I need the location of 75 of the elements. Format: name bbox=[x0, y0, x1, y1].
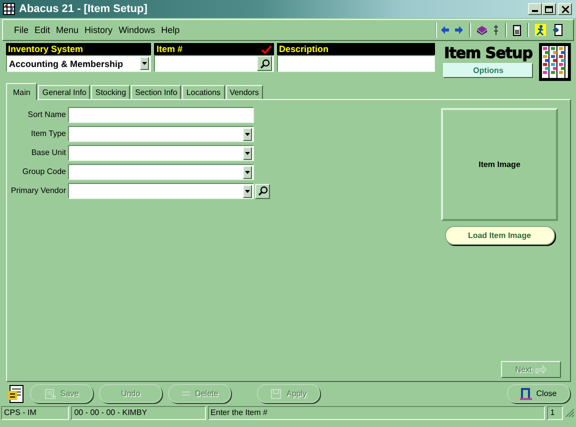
dropdown-field[interactable] bbox=[68, 126, 254, 142]
save-icon bbox=[44, 388, 56, 400]
status-text: CPS - IM bbox=[1, 406, 70, 420]
dropdown-field[interactable] bbox=[68, 183, 254, 199]
check-mark-icon bbox=[261, 44, 272, 54]
abacus-icon bbox=[539, 43, 571, 81]
search-icon bbox=[260, 58, 270, 68]
dropdown-button[interactable] bbox=[243, 166, 252, 178]
dropdown-button[interactable] bbox=[243, 146, 252, 160]
image-label: Item Image bbox=[478, 160, 520, 169]
input-field[interactable] bbox=[277, 55, 436, 72]
menu-item[interactable]: Windows bbox=[116, 25, 158, 35]
menu-item[interactable]: Edit bbox=[32, 25, 54, 35]
caret-icon bbox=[245, 132, 250, 136]
options-button[interactable]: Options bbox=[443, 63, 534, 78]
resize-grip-icon[interactable] bbox=[565, 408, 576, 418]
search-button[interactable] bbox=[257, 56, 272, 71]
caret-icon bbox=[142, 62, 148, 65]
arrow-icon bbox=[534, 365, 547, 374]
tab[interactable]: Locations bbox=[182, 85, 225, 99]
apply-icon bbox=[270, 388, 282, 400]
field-label: Description bbox=[279, 43, 329, 55]
close-button[interactable] bbox=[558, 3, 572, 15]
menu-item[interactable]: Help bbox=[158, 25, 183, 35]
tab[interactable]: Vendors bbox=[226, 85, 263, 99]
running-figure-icon[interactable] bbox=[535, 24, 546, 36]
caret-icon bbox=[245, 170, 250, 174]
field-label: Group Code bbox=[21, 166, 66, 178]
close-icon bbox=[520, 387, 532, 400]
menu-item[interactable]: History bbox=[82, 25, 116, 35]
field-label: Base Unit bbox=[30, 147, 66, 159]
exit-door-icon[interactable] bbox=[552, 24, 563, 36]
page-title: Item Setup bbox=[444, 43, 532, 63]
dropdown-button[interactable] bbox=[243, 184, 252, 198]
dropdown-button[interactable] bbox=[140, 57, 150, 70]
maximize-icon bbox=[545, 6, 553, 12]
input-field[interactable] bbox=[154, 55, 274, 72]
back-arrow-icon[interactable] bbox=[441, 26, 449, 34]
close-button[interactable]: Close bbox=[507, 384, 570, 403]
field-label: Item # bbox=[156, 43, 182, 55]
maximize-button[interactable] bbox=[542, 3, 556, 15]
tool-icon[interactable] bbox=[493, 25, 499, 35]
notepad-icon[interactable] bbox=[8, 384, 24, 402]
dropdown-field[interactable] bbox=[68, 164, 254, 180]
status-text: 00 - 00 - 00 - KIMBY bbox=[71, 406, 206, 420]
minimize-button[interactable] bbox=[528, 3, 542, 15]
field-value: Accounting & Membership bbox=[9, 58, 124, 68]
search-button[interactable] bbox=[255, 184, 270, 198]
menu-item[interactable]: File bbox=[11, 25, 32, 35]
window-title: Abacus 21 - [Item Setup] bbox=[19, 3, 148, 15]
close-icon bbox=[562, 6, 568, 12]
calculator-icon[interactable] bbox=[513, 24, 521, 36]
caret-icon bbox=[245, 190, 250, 192]
search-icon bbox=[258, 186, 268, 196]
status-text: 1 bbox=[547, 406, 564, 420]
load-image-button[interactable]: Load Item Image bbox=[444, 226, 554, 245]
field-label: Primary Vendor bbox=[10, 185, 66, 197]
status-text: Enter the Item # bbox=[208, 406, 546, 420]
dropdown-button[interactable] bbox=[243, 128, 252, 140]
dropdown-field[interactable]: Accounting & Membership bbox=[6, 55, 152, 72]
tab[interactable]: General Info bbox=[38, 85, 90, 99]
field-label: Item Type bbox=[30, 128, 66, 140]
forward-arrow-icon[interactable] bbox=[455, 26, 463, 34]
app-icon bbox=[3, 3, 15, 15]
field-label: Inventory System bbox=[8, 43, 84, 55]
book-icon[interactable] bbox=[477, 26, 487, 34]
input-field[interactable] bbox=[68, 107, 254, 123]
tab[interactable]: Main bbox=[6, 83, 38, 100]
dropdown-field[interactable] bbox=[68, 145, 254, 161]
tab[interactable]: Stocking bbox=[91, 85, 130, 99]
menu-item[interactable]: Menu bbox=[53, 25, 82, 35]
tab[interactable]: Section Info bbox=[131, 85, 182, 99]
delete-icon bbox=[180, 390, 191, 396]
field-label: Sort Name bbox=[26, 109, 66, 121]
caret-icon bbox=[245, 152, 250, 154]
